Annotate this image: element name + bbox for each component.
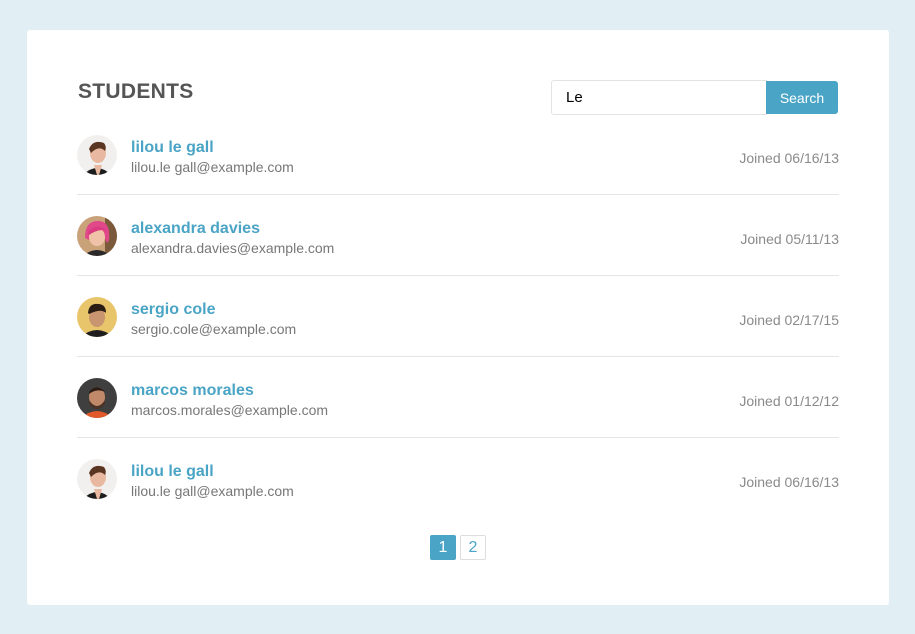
student-name[interactable]: lilou le gall: [131, 139, 214, 157]
student-name[interactable]: marcos morales: [131, 382, 254, 400]
joined-date: Joined 01/12/12: [739, 393, 839, 409]
student-email: sergio.cole@example.com: [131, 321, 297, 337]
avatar[interactable]: [77, 459, 117, 499]
avatar[interactable]: [77, 216, 117, 256]
joined-date: Joined 05/11/13: [740, 231, 839, 247]
student-name[interactable]: sergio cole: [131, 301, 215, 319]
joined-date: Joined 06/16/13: [739, 150, 839, 166]
student-name[interactable]: lilou le gall: [131, 463, 214, 481]
students-card: STUDENTS Search lilou le gall lilou.le g…: [27, 30, 889, 605]
page-button-1[interactable]: 1: [430, 535, 456, 560]
student-row: lilou le gall lilou.le gall@example.com …: [77, 114, 839, 195]
avatar[interactable]: [77, 378, 117, 418]
student-list: lilou le gall lilou.le gall@example.com …: [77, 114, 839, 519]
student-name[interactable]: alexandra davies: [131, 220, 260, 238]
search-button[interactable]: Search: [766, 81, 838, 114]
joined-date: Joined 06/16/13: [739, 474, 839, 490]
search-input[interactable]: [551, 80, 767, 115]
avatar[interactable]: [77, 135, 117, 175]
joined-date: Joined 02/17/15: [739, 312, 839, 328]
avatar[interactable]: [77, 297, 117, 337]
student-email: lilou.le gall@example.com: [131, 159, 294, 175]
student-row: sergio cole sergio.cole@example.com Join…: [77, 276, 839, 357]
student-row: lilou le gall lilou.le gall@example.com …: [77, 438, 839, 519]
page-title: STUDENTS: [78, 80, 194, 103]
student-email: lilou.le gall@example.com: [131, 483, 294, 499]
student-row: alexandra davies alexandra.davies@exampl…: [77, 195, 839, 276]
student-row: marcos morales marcos.morales@example.co…: [77, 357, 839, 438]
student-email: alexandra.davies@example.com: [131, 240, 335, 256]
page-button-2[interactable]: 2: [460, 535, 486, 560]
pagination: 1 2: [430, 535, 486, 560]
student-email: marcos.morales@example.com: [131, 402, 329, 418]
